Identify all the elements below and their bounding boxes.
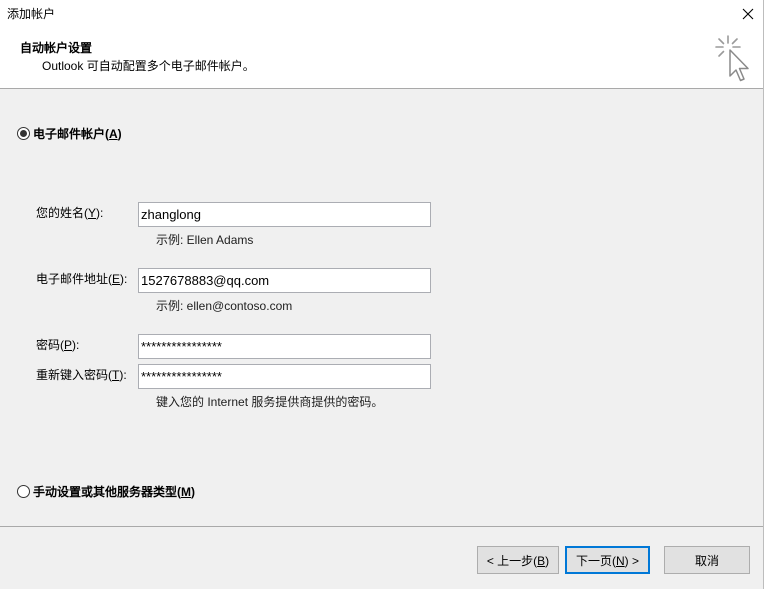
password-hint: 键入您的 Internet 服务提供商提供的密码。 — [156, 395, 384, 409]
radio-dot — [20, 129, 27, 137]
cursor-sparkle-icon — [715, 35, 749, 82]
email-account-label: 电子邮件帐户(A) — [33, 125, 122, 142]
title-bar: 添加帐户 — [0, 0, 763, 28]
cancel-button[interactable]: 取消 — [664, 546, 750, 574]
password-label-text: 密码( — [36, 338, 64, 352]
retype-password-label-text: 重新键入密码( — [36, 368, 112, 382]
next-button[interactable]: 下一页(N) > — [565, 546, 650, 574]
name-label-text: 您的姓名( — [36, 206, 88, 220]
manual-setup-radio[interactable] — [17, 484, 30, 498]
next-button-suffix: ) > — [624, 553, 639, 568]
email-label: 电子邮件地址(E): — [36, 272, 127, 286]
email-label-text: 电子邮件地址( — [36, 272, 112, 286]
retype-password-label-suffix: ): — [119, 368, 127, 382]
name-input[interactable] — [138, 202, 431, 227]
email-input[interactable] — [138, 268, 431, 293]
name-label-mnemonic: Y — [88, 206, 97, 220]
retype-password-input[interactable] — [138, 364, 431, 389]
back-button-suffix: ) — [545, 553, 550, 568]
email-hint: 示例: ellen@contoso.com — [156, 299, 293, 313]
password-label: 密码(P): — [36, 338, 79, 352]
email-label-suffix: ): — [120, 272, 128, 286]
manual-setup-label-mnemonic: M — [181, 484, 191, 499]
email-label-mnemonic: E — [112, 272, 121, 286]
name-hint: 示例: Ellen Adams — [156, 233, 254, 247]
retype-password-label: 重新键入密码(T): — [36, 368, 127, 382]
next-button-label: 下一页(N) > — [576, 552, 639, 569]
close-icon — [742, 8, 754, 20]
back-button-text: < 上一步( — [486, 553, 538, 568]
next-button-mnemonic: N — [615, 553, 625, 568]
email-account-label-suffix: ) — [117, 126, 122, 141]
email-account-label-text: 电子邮件帐户( — [33, 126, 109, 141]
next-button-text: 下一页( — [575, 553, 616, 568]
manual-setup-label-suffix: ) — [191, 484, 195, 499]
email-account-label-mnemonic: A — [109, 126, 118, 141]
email-account-option[interactable]: 电子邮件帐户(A) — [17, 125, 122, 141]
cancel-button-label: 取消 — [694, 553, 719, 568]
email-account-radio[interactable] — [17, 126, 30, 140]
footer-divider — [0, 526, 763, 527]
header-subtitle: Outlook 可自动配置多个电子邮件帐户。 — [42, 59, 255, 73]
header-title: 自动帐户设置 — [20, 41, 93, 55]
name-label: 您的姓名(Y): — [36, 206, 103, 220]
radio-dot — [20, 488, 27, 495]
password-label-suffix: ): — [72, 338, 80, 352]
back-button[interactable]: < 上一步(B) — [477, 546, 559, 574]
password-input[interactable] — [138, 334, 431, 359]
back-button-mnemonic: B — [537, 553, 546, 568]
manual-setup-label-text: 手动设置或其他服务器类型( — [33, 484, 181, 499]
add-account-dialog: 添加帐户 自动帐户设置 Outlook 可自动配置多个电子邮件帐户。 电子邮件帐… — [0, 0, 764, 589]
manual-setup-label: 手动设置或其他服务器类型(M) — [33, 483, 195, 500]
back-button-label: < 上一步(B) — [487, 552, 549, 569]
window-title: 添加帐户 — [7, 7, 56, 21]
name-label-suffix: ): — [96, 206, 104, 220]
manual-setup-option[interactable]: 手动设置或其他服务器类型(M) — [17, 483, 195, 499]
wizard-header: 自动帐户设置 Outlook 可自动配置多个电子邮件帐户。 — [0, 28, 763, 89]
close-button[interactable] — [737, 4, 759, 24]
password-label-mnemonic: P — [64, 338, 73, 352]
